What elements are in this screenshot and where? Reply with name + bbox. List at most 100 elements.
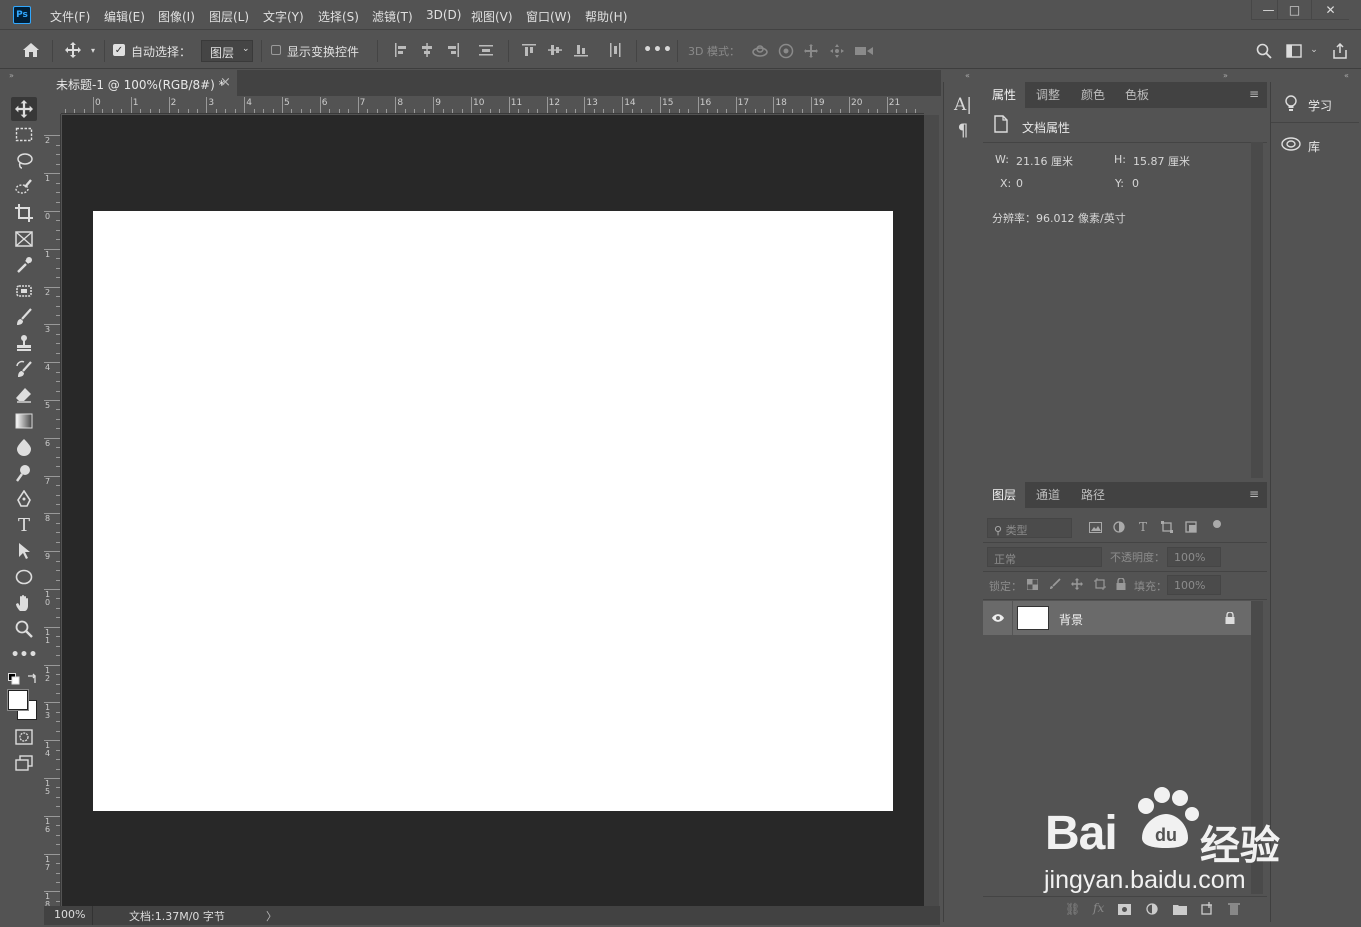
frame-tool[interactable] bbox=[11, 227, 37, 251]
dodge-tool[interactable] bbox=[11, 461, 37, 485]
crop-tool[interactable] bbox=[11, 201, 37, 225]
tab-color[interactable]: 颜色 bbox=[1072, 82, 1114, 108]
blend-mode-dropdown[interactable]: 正常 bbox=[987, 547, 1102, 567]
menu-image[interactable]: 图像(I) bbox=[158, 8, 195, 25]
show-transform-checkbox[interactable] bbox=[271, 45, 281, 55]
collapse-dock-icon[interactable]: « bbox=[965, 71, 970, 80]
x-value[interactable]: 0 bbox=[1016, 177, 1023, 190]
learn-label[interactable]: 学习 bbox=[1308, 97, 1332, 114]
menu-type[interactable]: 文字(Y) bbox=[263, 8, 304, 25]
menu-filter[interactable]: 滤镜(T) bbox=[372, 8, 413, 25]
screen-mode-button[interactable] bbox=[11, 751, 37, 775]
opacity-input[interactable]: 100% bbox=[1167, 547, 1221, 567]
hand-tool[interactable] bbox=[11, 591, 37, 615]
blur-tool[interactable] bbox=[11, 435, 37, 459]
paragraph-panel-icon[interactable]: ¶ bbox=[952, 120, 974, 142]
filter-type-icon[interactable]: T bbox=[1135, 519, 1151, 535]
menu-window[interactable]: 窗口(W) bbox=[526, 8, 571, 25]
menu-3d[interactable]: 3D(D) bbox=[426, 8, 461, 22]
workspace-icon[interactable] bbox=[1284, 41, 1304, 61]
share-icon[interactable] bbox=[1329, 40, 1351, 62]
collapse-learn-icon[interactable]: « bbox=[1344, 71, 1349, 80]
move-tool[interactable] bbox=[11, 97, 37, 121]
align-left-icon[interactable] bbox=[393, 42, 409, 58]
filter-toggle-icon[interactable] bbox=[1213, 520, 1221, 528]
lock-all-icon[interactable] bbox=[1114, 577, 1128, 591]
layer-filter-dropdown[interactable]: ⚲ 类型 bbox=[987, 518, 1072, 538]
chevron-down-icon[interactable]: ⌄ bbox=[1308, 44, 1320, 56]
foreground-color-swatch[interactable] bbox=[7, 689, 29, 711]
distribute-vertical-icon[interactable] bbox=[607, 42, 623, 58]
y-value[interactable]: 0 bbox=[1132, 177, 1139, 190]
clone-stamp-tool[interactable] bbox=[11, 331, 37, 355]
swap-colors-icon[interactable] bbox=[26, 672, 38, 684]
align-right-icon[interactable] bbox=[445, 42, 461, 58]
fill-input[interactable]: 100% bbox=[1167, 575, 1221, 595]
menu-help[interactable]: 帮助(H) bbox=[585, 8, 627, 25]
distribute-icon[interactable] bbox=[478, 42, 494, 58]
auto-select-checkbox[interactable]: ✓ bbox=[113, 44, 125, 56]
eyedropper-tool[interactable] bbox=[11, 253, 37, 277]
chevron-down-icon[interactable]: ▾ bbox=[88, 45, 98, 55]
brush-tool[interactable] bbox=[11, 305, 37, 329]
vertical-ruler[interactable]: 2 1 0 1 2 3 4 5 6 7 8 9 10 11 12 13 14 15 16 17 18 bbox=[44, 114, 61, 909]
tab-layers[interactable]: 图层 bbox=[983, 482, 1026, 508]
expand-panels-icon[interactable]: » bbox=[1223, 71, 1228, 80]
layer-row-background[interactable]: 背景 bbox=[983, 601, 1251, 635]
eraser-tool[interactable] bbox=[11, 383, 37, 407]
home-icon[interactable] bbox=[20, 40, 42, 60]
status-menu-arrow[interactable]: 〉 bbox=[266, 908, 277, 924]
lock-pixels-icon[interactable] bbox=[1048, 577, 1062, 591]
close-window-button[interactable]: ✕ bbox=[1311, 0, 1349, 20]
properties-scrollbar[interactable] bbox=[1251, 142, 1263, 478]
eye-icon[interactable] bbox=[989, 610, 1007, 626]
library-label[interactable]: 库 bbox=[1308, 138, 1320, 155]
close-tab-icon[interactable]: × bbox=[220, 75, 231, 90]
horizontal-ruler[interactable]: 0 1 2 3 4 5 6 7 8 9 10 11 12 13 14 15 16 17 18 19 20 21 bbox=[61, 97, 924, 114]
lock-artboard-icon[interactable] bbox=[1093, 577, 1107, 591]
3d-roll-icon[interactable] bbox=[776, 42, 796, 60]
width-value[interactable]: 21.16 厘米 bbox=[1016, 153, 1073, 169]
menu-layer[interactable]: 图层(L) bbox=[209, 8, 249, 25]
default-colors-icon[interactable] bbox=[8, 673, 20, 685]
quick-select-tool[interactable] bbox=[11, 175, 37, 199]
tab-swatches[interactable]: 色板 bbox=[1116, 82, 1158, 108]
history-brush-tool[interactable] bbox=[11, 357, 37, 381]
restore-button[interactable]: □ bbox=[1277, 0, 1311, 20]
document-canvas[interactable] bbox=[93, 211, 893, 811]
lasso-tool[interactable] bbox=[11, 149, 37, 173]
align-top-icon[interactable] bbox=[521, 42, 537, 58]
collapse-toolbar-icon[interactable]: » bbox=[9, 71, 14, 80]
healing-brush-tool[interactable] bbox=[11, 279, 37, 303]
panel-menu-icon[interactable]: ≡ bbox=[1249, 87, 1259, 101]
document-tab[interactable]: 未标题-1 @ 100%(RGB/8#) * × bbox=[46, 70, 237, 96]
pen-tool[interactable] bbox=[11, 487, 37, 511]
edit-toolbar-button[interactable]: ••• bbox=[11, 643, 38, 667]
auto-select-target-dropdown[interactable]: 图层 ⌄ bbox=[201, 40, 253, 62]
height-value[interactable]: 15.87 厘米 bbox=[1133, 153, 1190, 169]
filter-shape-icon[interactable] bbox=[1159, 519, 1175, 535]
zoom-tool[interactable] bbox=[11, 617, 37, 641]
search-icon[interactable] bbox=[1254, 41, 1274, 61]
ruler-origin[interactable] bbox=[44, 97, 61, 114]
layer-name[interactable]: 背景 bbox=[1059, 611, 1083, 628]
path-selection-tool[interactable] bbox=[11, 539, 37, 563]
menu-view[interactable]: 视图(V) bbox=[471, 8, 513, 25]
3d-camera-icon[interactable] bbox=[853, 42, 875, 60]
panel-menu-icon[interactable]: ≡ bbox=[1249, 487, 1259, 501]
filter-pixel-icon[interactable] bbox=[1087, 519, 1103, 535]
filter-adjustment-icon[interactable] bbox=[1111, 519, 1127, 535]
align-bottom-icon[interactable] bbox=[573, 42, 589, 58]
align-center-icon[interactable] bbox=[419, 42, 435, 58]
gradient-tool[interactable] bbox=[11, 409, 37, 433]
3d-slide-icon[interactable] bbox=[827, 42, 847, 60]
vertical-scrollbar[interactable] bbox=[924, 115, 939, 906]
quick-mask-button[interactable] bbox=[11, 725, 37, 749]
lock-transparency-icon[interactable] bbox=[1025, 577, 1039, 591]
tab-properties[interactable]: 属性 bbox=[983, 82, 1026, 108]
ellipse-tool[interactable] bbox=[11, 565, 37, 589]
menu-select[interactable]: 选择(S) bbox=[318, 8, 359, 25]
type-tool[interactable]: T bbox=[11, 513, 37, 537]
move-tool-icon[interactable] bbox=[62, 40, 84, 60]
filter-smart-object-icon[interactable] bbox=[1183, 519, 1199, 535]
